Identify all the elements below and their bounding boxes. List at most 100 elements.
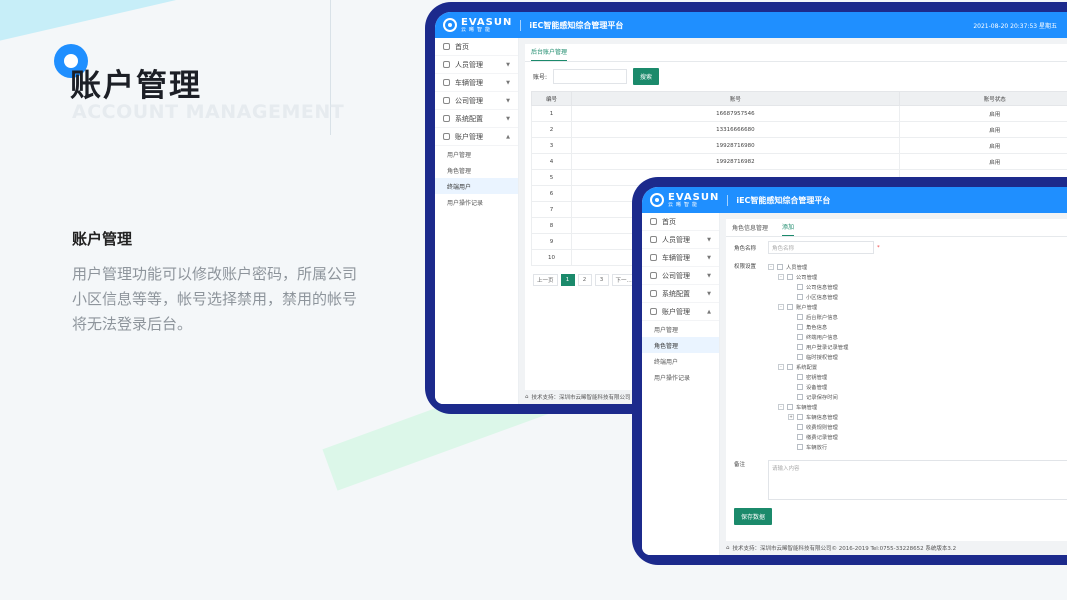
expand-toggle-icon[interactable]: + (788, 414, 794, 420)
tree-node[interactable]: 缴费记录管理 (768, 432, 848, 442)
tree-node[interactable]: 公司信息管理 (768, 282, 848, 292)
tree-node-label: 账户管理 (796, 305, 818, 311)
tree-node[interactable]: 密钥管理 (768, 372, 848, 382)
chevron-down-icon: ▼ (506, 115, 510, 122)
table-row[interactable]: 2 13316666680 启用 (531, 121, 1067, 138)
sidebar-subitem-terminal-users[interactable]: 终端用户 (642, 353, 719, 369)
permission-checkbox[interactable] (797, 414, 803, 420)
sidebar-item-system[interactable]: 系统配置 ▼ (435, 110, 518, 128)
sidebar-subitem-roles[interactable]: 角色管理 (642, 337, 719, 353)
tab-backend-accounts[interactable]: 后台账户管理 (531, 47, 568, 61)
tree-node[interactable]: - 系统配置 (768, 362, 848, 372)
sidebar-item-personnel[interactable]: 人员管理 ▼ (642, 231, 719, 249)
permission-checkbox[interactable] (797, 444, 803, 450)
tree-node[interactable]: - 车辆管理 (768, 402, 848, 412)
sidebar-subitem-users[interactable]: 用户管理 (435, 146, 518, 162)
permission-checkbox[interactable] (797, 294, 803, 300)
sidebar-subitem-operation-log[interactable]: 用户操作记录 (642, 369, 719, 385)
sidebar-item-system[interactable]: 系统配置 ▼ (642, 285, 719, 303)
sidebar-subitem-roles[interactable]: 角色管理 (435, 162, 518, 178)
expand-toggle-icon[interactable]: - (778, 364, 784, 370)
role-name-input[interactable]: 角色名称 (768, 241, 874, 254)
tree-node[interactable]: 设备管理 (768, 382, 848, 392)
tree-node[interactable]: 用户登录记录管理 (768, 342, 848, 352)
tab-add[interactable]: 添加 (782, 222, 795, 236)
tree-node[interactable]: 角色信息 (768, 322, 848, 332)
permission-checkbox[interactable] (797, 434, 803, 440)
sidebar-subitem-operation-log[interactable]: 用户操作记录 (435, 194, 518, 210)
permission-checkbox[interactable] (797, 334, 803, 340)
sidebar-item-company[interactable]: 公司管理 ▼ (435, 92, 518, 110)
tree-node[interactable]: 后台账户信息 (768, 312, 848, 322)
sidebar: 首页 人员管理 ▼ 车辆管理 ▼ 公司管理 ▼ 系统配置 ▼ 账户管理 ▲ 用户管理 角色… (642, 213, 720, 555)
chevron-up-icon: ▲ (506, 133, 510, 140)
page-button[interactable]: 3 (594, 274, 609, 286)
expand-toggle-icon[interactable]: - (768, 264, 774, 270)
sidebar-subitem-terminal-users[interactable]: 终端用户 (435, 178, 518, 194)
save-button[interactable]: 保存数据 (734, 508, 773, 525)
permission-checkbox[interactable] (797, 354, 803, 360)
tree-node[interactable]: 车辆放行 (768, 442, 848, 452)
page-button[interactable]: 1 (560, 274, 575, 286)
sidebar-item-vehicles[interactable]: 车辆管理 ▼ (435, 74, 518, 92)
tree-node-label: 设备管理 (806, 385, 828, 391)
chevron-down-icon: ▼ (707, 290, 711, 297)
permission-checkbox[interactable] (787, 304, 793, 310)
sidebar-item-home[interactable]: 首页 (435, 38, 518, 56)
page-button[interactable]: 2 (577, 274, 592, 286)
sidebar-item-account[interactable]: 账户管理 ▲ (642, 303, 719, 321)
tree-node[interactable]: 小区信息管理 (768, 292, 848, 302)
table-row[interactable]: 3 19928716980 启用 (531, 137, 1067, 154)
tree-node[interactable]: - 人员管理 (768, 262, 848, 272)
sidebar-subitem-users[interactable]: 用户管理 (642, 321, 719, 337)
tree-node[interactable]: - 公司管理 (768, 272, 848, 282)
remark-textarea[interactable]: 请输入内容 (768, 460, 1067, 500)
expand-toggle-icon[interactable]: - (778, 304, 784, 310)
permission-checkbox[interactable] (787, 274, 793, 280)
permission-checkbox[interactable] (797, 344, 803, 350)
permission-checkbox[interactable] (797, 314, 803, 320)
permission-checkbox[interactable] (787, 404, 793, 410)
account-search-input[interactable] (553, 69, 628, 84)
table-header: 账号状态 (898, 91, 1067, 106)
expand-toggle-icon[interactable]: - (778, 274, 784, 280)
sidebar-item-company[interactable]: 公司管理 ▼ (642, 267, 719, 285)
prev-page-button[interactable]: 上一页 (533, 274, 558, 286)
permission-checkbox[interactable] (777, 264, 783, 270)
tab-role-info[interactable]: 角色信息管理 (732, 223, 768, 236)
tree-node-label: 车辆管理 (796, 405, 818, 411)
permission-checkbox[interactable] (797, 384, 803, 390)
permission-checkbox[interactable] (797, 324, 803, 330)
tree-node-label: 车辆信息管理 (806, 415, 838, 421)
tree-node[interactable]: + 车辆信息管理 (768, 412, 848, 422)
tree-node[interactable]: 临时授权管理 (768, 352, 848, 362)
permission-checkbox[interactable] (797, 394, 803, 400)
tree-node[interactable]: 记录保存时间 (768, 392, 848, 402)
tree-node[interactable]: - 账户管理 (768, 302, 848, 312)
logo-cn: 云晞智能 (668, 201, 701, 208)
sidebar-item-home[interactable]: 首页 (642, 213, 719, 231)
permission-checkbox[interactable] (797, 424, 803, 430)
permission-checkbox[interactable] (797, 284, 803, 290)
table-row[interactable]: 4 19928716982 启用 (531, 153, 1067, 170)
app-topbar: EVASUN 云晞智能 iEC智能感知综合管理平台 2021-08-20 20:3… (435, 12, 1067, 38)
tree-node[interactable]: 收费规则管理 (768, 422, 848, 432)
page-title: 账户管理 (70, 68, 202, 104)
sidebar-item-vehicles[interactable]: 车辆管理 ▼ (642, 249, 719, 267)
search-button[interactable]: 搜索 (633, 68, 660, 85)
sidebar-item-account[interactable]: 账户管理 ▲ (435, 128, 518, 146)
table-cell: 19928716980 (571, 137, 900, 154)
tree-node-label: 用户登录记录管理 (806, 345, 849, 351)
sidebar-item-personnel[interactable]: 人员管理 ▼ (435, 56, 518, 74)
expand-toggle-icon[interactable]: - (778, 404, 784, 410)
home-icon (443, 43, 450, 50)
user-icon (443, 133, 450, 140)
table-row[interactable]: 1 16687957546 启用 (531, 105, 1067, 122)
tree-node[interactable]: 终端用户信息 (768, 332, 848, 342)
permission-checkbox[interactable] (797, 374, 803, 380)
permission-checkbox[interactable] (787, 364, 793, 370)
